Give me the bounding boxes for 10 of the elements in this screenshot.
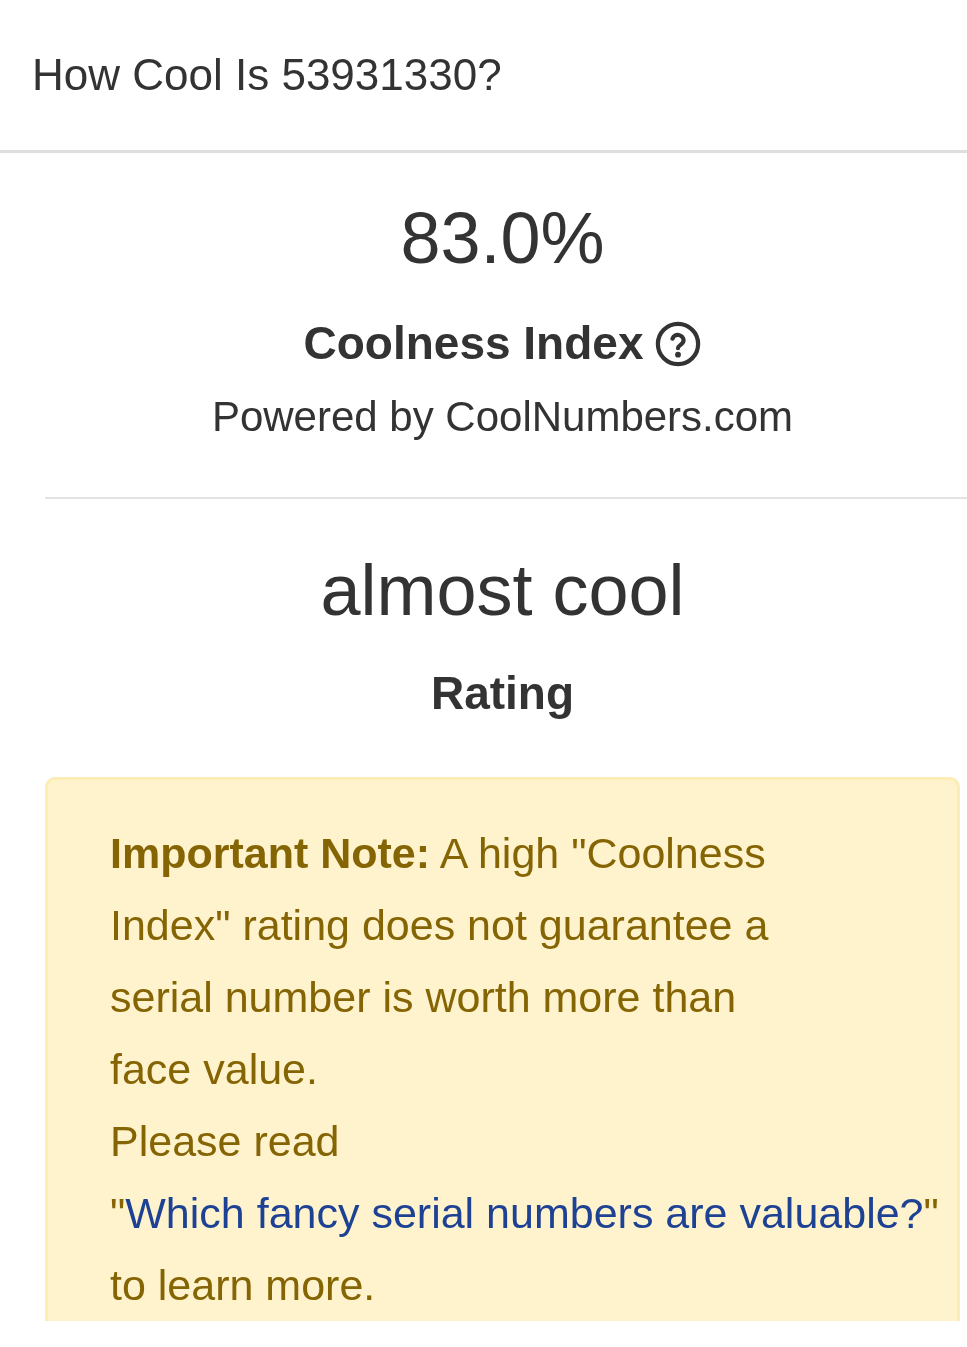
page-title: How Cool Is 53931330? [32, 53, 502, 97]
coolness-percentage: 83.0% [400, 197, 605, 280]
article-link[interactable]: Which fancy serial numbers are valuable? [125, 1189, 924, 1237]
coolness-index-label: Coolness Index [303, 316, 644, 371]
note-text: Please read "Which fancy serial numbers are valuable?" to learn more. [110, 1116, 940, 1311]
help-icon[interactable] [655, 320, 702, 367]
note-text: Important Note: A high "Coolness Index" rating does not guarantee a serial number is worth more than face value. [110, 828, 770, 1095]
rating-value: almost cool [320, 549, 685, 632]
attribution-text: Powered by CoolNumbers.com [211, 392, 794, 442]
rating-label: Rating [430, 666, 575, 721]
